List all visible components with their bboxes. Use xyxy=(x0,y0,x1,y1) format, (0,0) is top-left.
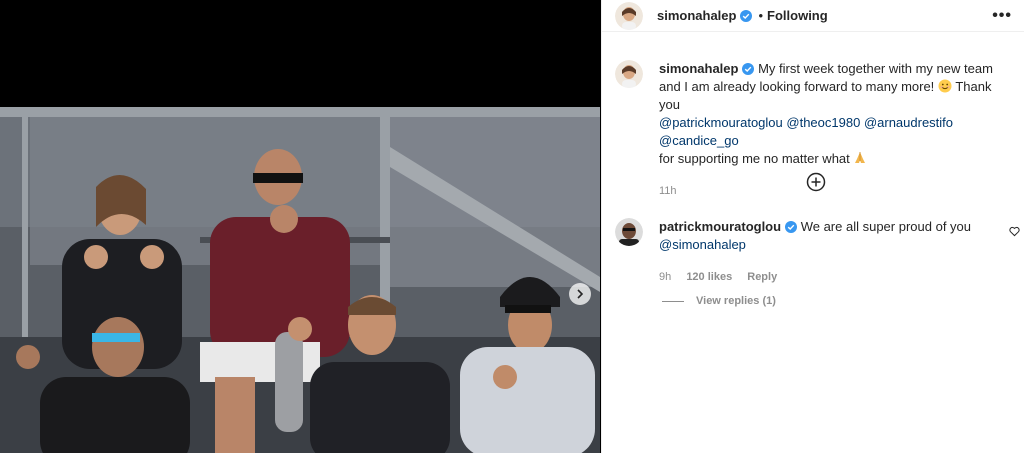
photo-illustration xyxy=(0,107,600,453)
caption-meta: 11h xyxy=(659,182,1015,200)
caption-text-end: for supporting me no matter what xyxy=(659,151,850,166)
comment-meta: 9h 120 likes Reply xyxy=(659,268,1015,286)
comment-text: We are all super proud of you xyxy=(800,219,972,234)
post-media xyxy=(0,0,600,453)
avatar-image xyxy=(615,218,643,246)
comment-timestamp[interactable]: 9h xyxy=(659,271,671,283)
comment-likes[interactable]: 120 likes xyxy=(686,271,732,283)
verified-badge-icon xyxy=(740,9,753,22)
mention-link[interactable]: @simonahalep xyxy=(659,237,746,252)
caption-avatar[interactable] xyxy=(615,60,643,88)
separator-dot: • xyxy=(758,8,764,23)
plus-circle-icon[interactable] xyxy=(806,172,826,192)
caption-body: simonahalep My first week together with … xyxy=(659,60,1015,200)
carousel-next-button[interactable] xyxy=(569,283,591,305)
avatar-image xyxy=(615,60,643,88)
more-options-icon[interactable]: ••• xyxy=(992,7,1012,25)
folded-hands-emoji-icon xyxy=(855,152,866,163)
post-header: simonahalep • Following ••• xyxy=(602,0,1024,32)
caption-username[interactable]: simonahalep xyxy=(659,61,738,76)
verified-badge-icon xyxy=(785,221,798,233)
mention-link[interactable]: @candice_go xyxy=(659,133,739,148)
divider-line xyxy=(662,300,684,302)
mention-link[interactable]: @patrickmouratoglou xyxy=(659,115,783,130)
avatar-image xyxy=(615,1,643,30)
mention-link[interactable]: @theoc1980 xyxy=(786,115,860,130)
heart-icon[interactable] xyxy=(1009,226,1020,237)
commenter-avatar[interactable] xyxy=(615,218,643,246)
comment-body: patrickmouratoglou We are all super prou… xyxy=(659,218,1015,286)
commenter-username[interactable]: patrickmouratoglou xyxy=(659,219,781,234)
chevron-right-icon xyxy=(577,289,584,299)
verified-badge-icon xyxy=(742,63,755,75)
post-side-panel: simonahalep • Following ••• simonahalep … xyxy=(601,0,1024,453)
view-replies-button[interactable]: View replies (1) xyxy=(662,295,776,307)
reply-button[interactable]: Reply xyxy=(747,271,777,283)
comment-item: patrickmouratoglou We are all super prou… xyxy=(615,218,1015,286)
caption-timestamp[interactable]: 11h xyxy=(659,185,677,197)
author-username[interactable]: simonahalep xyxy=(657,8,736,23)
following-button[interactable]: Following xyxy=(767,8,828,23)
smiling-face-emoji-icon xyxy=(938,79,952,93)
mention-link[interactable]: @arnaudrestifo xyxy=(864,115,953,130)
view-replies-label: View replies (1) xyxy=(696,295,776,307)
post-photo[interactable] xyxy=(0,107,600,453)
author-avatar[interactable] xyxy=(615,1,643,30)
